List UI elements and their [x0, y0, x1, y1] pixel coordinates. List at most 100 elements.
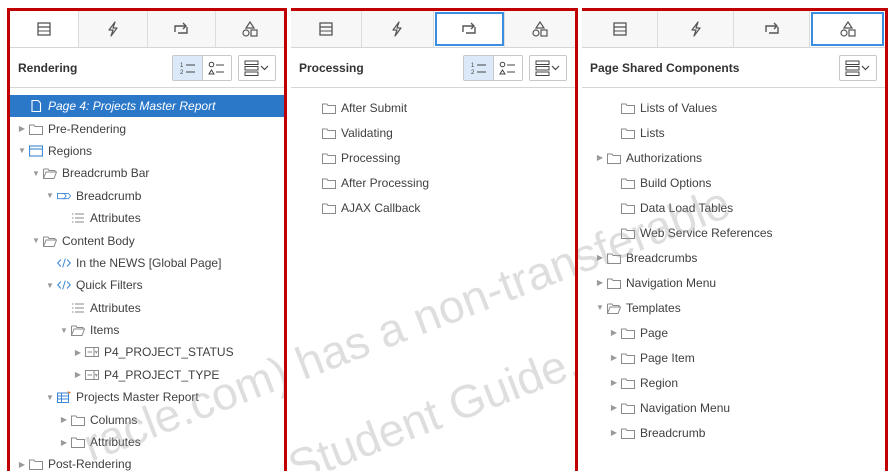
processing-icon: [460, 20, 478, 38]
tree-node[interactable]: In the NEWS [Global Page]: [10, 252, 284, 274]
folder-icon: [620, 426, 636, 440]
tree-node[interactable]: ▶ Post-Rendering: [10, 453, 284, 471]
tree-node[interactable]: Page 4: Projects Master Report: [10, 95, 284, 118]
tree-node-label: Content Body: [62, 233, 135, 248]
view-toggle: 12: [172, 54, 232, 81]
tree-node-label: Attributes: [90, 435, 141, 450]
tree-node[interactable]: ▶ Navigation Menu: [582, 395, 892, 420]
collapse-icon[interactable]: ▼: [44, 281, 56, 290]
tree-node[interactable]: ▶ Columns: [10, 408, 284, 430]
tree-node[interactable]: Attributes: [10, 207, 284, 229]
tab-shared-components[interactable]: [810, 11, 885, 47]
tree-node[interactable]: Data Load Tables: [582, 195, 892, 220]
tree-node[interactable]: ▶ Page Item: [582, 345, 892, 370]
expand-icon[interactable]: ▶: [594, 153, 606, 162]
tree-node[interactable]: ▶ Navigation Menu: [582, 270, 892, 295]
tree-node[interactable]: ▼ Items: [10, 319, 284, 341]
collapse-icon[interactable]: ▼: [30, 236, 42, 245]
tree-node[interactable]: Lists: [582, 120, 892, 145]
grouped-view-button[interactable]: [202, 55, 231, 80]
panel-toolbar: Rendering 12: [10, 48, 284, 88]
folder-icon: [620, 101, 636, 115]
tree-node[interactable]: After Submit: [291, 95, 582, 120]
code-icon: [56, 256, 72, 270]
tree-node[interactable]: ▶ Page: [582, 320, 892, 345]
tree-node[interactable]: Lists of Values: [582, 95, 892, 120]
tab-shared-components[interactable]: [504, 11, 575, 47]
svg-text:2: 2: [180, 70, 184, 76]
tree-node[interactable]: ▶ P4_PROJECT_TYPE: [10, 364, 284, 386]
folder-icon: [606, 251, 622, 265]
expand-icon[interactable]: ▶: [58, 415, 70, 424]
tab-processing[interactable]: [734, 11, 810, 47]
expand-icon[interactable]: ▶: [594, 253, 606, 262]
tree-node[interactable]: ▶ Region: [582, 370, 892, 395]
tree-node[interactable]: ▼ Breadcrumb: [10, 185, 284, 207]
tree-node[interactable]: ▼ Quick Filters: [10, 274, 284, 296]
region-icon: [28, 144, 44, 158]
tree-node[interactable]: ▶ Authorizations: [582, 145, 892, 170]
tree-node[interactable]: AJAX Callback: [291, 195, 582, 220]
tab-rendering[interactable]: [10, 11, 79, 47]
tree-node[interactable]: ▼ Regions: [10, 140, 284, 162]
grouped-view-button[interactable]: [493, 55, 522, 80]
expand-icon[interactable]: ▶: [72, 348, 84, 357]
tree-node[interactable]: Attributes: [10, 297, 284, 319]
ordered-view-button[interactable]: 12: [173, 55, 202, 80]
tree-node[interactable]: ▼ Breadcrumb Bar: [10, 162, 284, 184]
expand-icon[interactable]: ▶: [72, 370, 84, 379]
tree-node-label: Page Item: [640, 350, 695, 365]
tree-node[interactable]: ▶ Breadcrumbs: [582, 245, 892, 270]
expand-icon[interactable]: ▶: [608, 353, 620, 362]
tree-menu-button[interactable]: [529, 54, 567, 81]
folder-open-icon: [42, 234, 58, 248]
tree-menu-button[interactable]: [238, 54, 276, 81]
processing-tree: After Submit Validating Processing After Pr…: [291, 95, 582, 220]
tree-node[interactable]: Processing: [291, 145, 582, 170]
rendering-tree: Page 4: Projects Master Report ▶ Pre-Rende…: [10, 95, 284, 471]
panel-title: Rendering: [18, 60, 78, 75]
tab-rendering[interactable]: [582, 11, 658, 47]
tree-node[interactable]: ▼ Content Body: [10, 229, 284, 251]
expand-icon[interactable]: ▶: [608, 403, 620, 412]
expand-icon[interactable]: ▶: [58, 438, 70, 447]
tree-node[interactable]: ▼ Templates: [582, 295, 892, 320]
tree-node[interactable]: Web Service References: [582, 220, 892, 245]
expand-icon[interactable]: ▶: [594, 278, 606, 287]
tree-node[interactable]: Build Options: [582, 170, 892, 195]
expand-icon[interactable]: ▶: [608, 328, 620, 337]
tree-node[interactable]: ▶ Pre-Rendering: [10, 117, 284, 139]
tree-node-label: Items: [90, 323, 120, 338]
tab-dynamic-actions[interactable]: [78, 11, 148, 47]
tab-rendering[interactable]: [291, 11, 363, 47]
tree-node-label: Attributes: [90, 300, 141, 315]
folder-icon: [620, 351, 636, 365]
tab-processing[interactable]: [433, 11, 505, 47]
collapse-icon[interactable]: ▼: [30, 169, 42, 178]
tree-menu-button[interactable]: [839, 54, 877, 81]
tab-shared-components[interactable]: [216, 11, 284, 47]
processing-icon: [172, 20, 190, 38]
tree-node[interactable]: After Processing: [291, 170, 582, 195]
tree-node-label: Breadcrumb Bar: [62, 166, 150, 181]
collapse-icon[interactable]: ▼: [58, 326, 70, 335]
ordered-view-button[interactable]: 12: [464, 55, 493, 80]
tab-dynamic-actions[interactable]: [362, 11, 434, 47]
tab-dynamic-actions[interactable]: [658, 11, 734, 47]
tree-node[interactable]: Validating: [291, 120, 582, 145]
expand-icon[interactable]: ▶: [608, 428, 620, 437]
expand-icon[interactable]: ▶: [16, 460, 28, 469]
folder-icon: [620, 126, 636, 140]
collapse-icon[interactable]: ▼: [594, 303, 606, 312]
tree-node[interactable]: ▼ Projects Master Report: [10, 386, 284, 408]
expand-icon[interactable]: ▶: [16, 124, 28, 133]
code-icon: [56, 278, 72, 292]
collapse-icon[interactable]: ▼: [44, 393, 56, 402]
tab-processing[interactable]: [147, 11, 217, 47]
tree-node[interactable]: ▶ Attributes: [10, 431, 284, 453]
tree-node[interactable]: ▶ P4_PROJECT_STATUS: [10, 341, 284, 363]
expand-icon[interactable]: ▶: [608, 378, 620, 387]
tree-node[interactable]: ▶ Breadcrumb: [582, 420, 892, 445]
collapse-icon[interactable]: ▼: [16, 146, 28, 155]
collapse-icon[interactable]: ▼: [44, 191, 56, 200]
